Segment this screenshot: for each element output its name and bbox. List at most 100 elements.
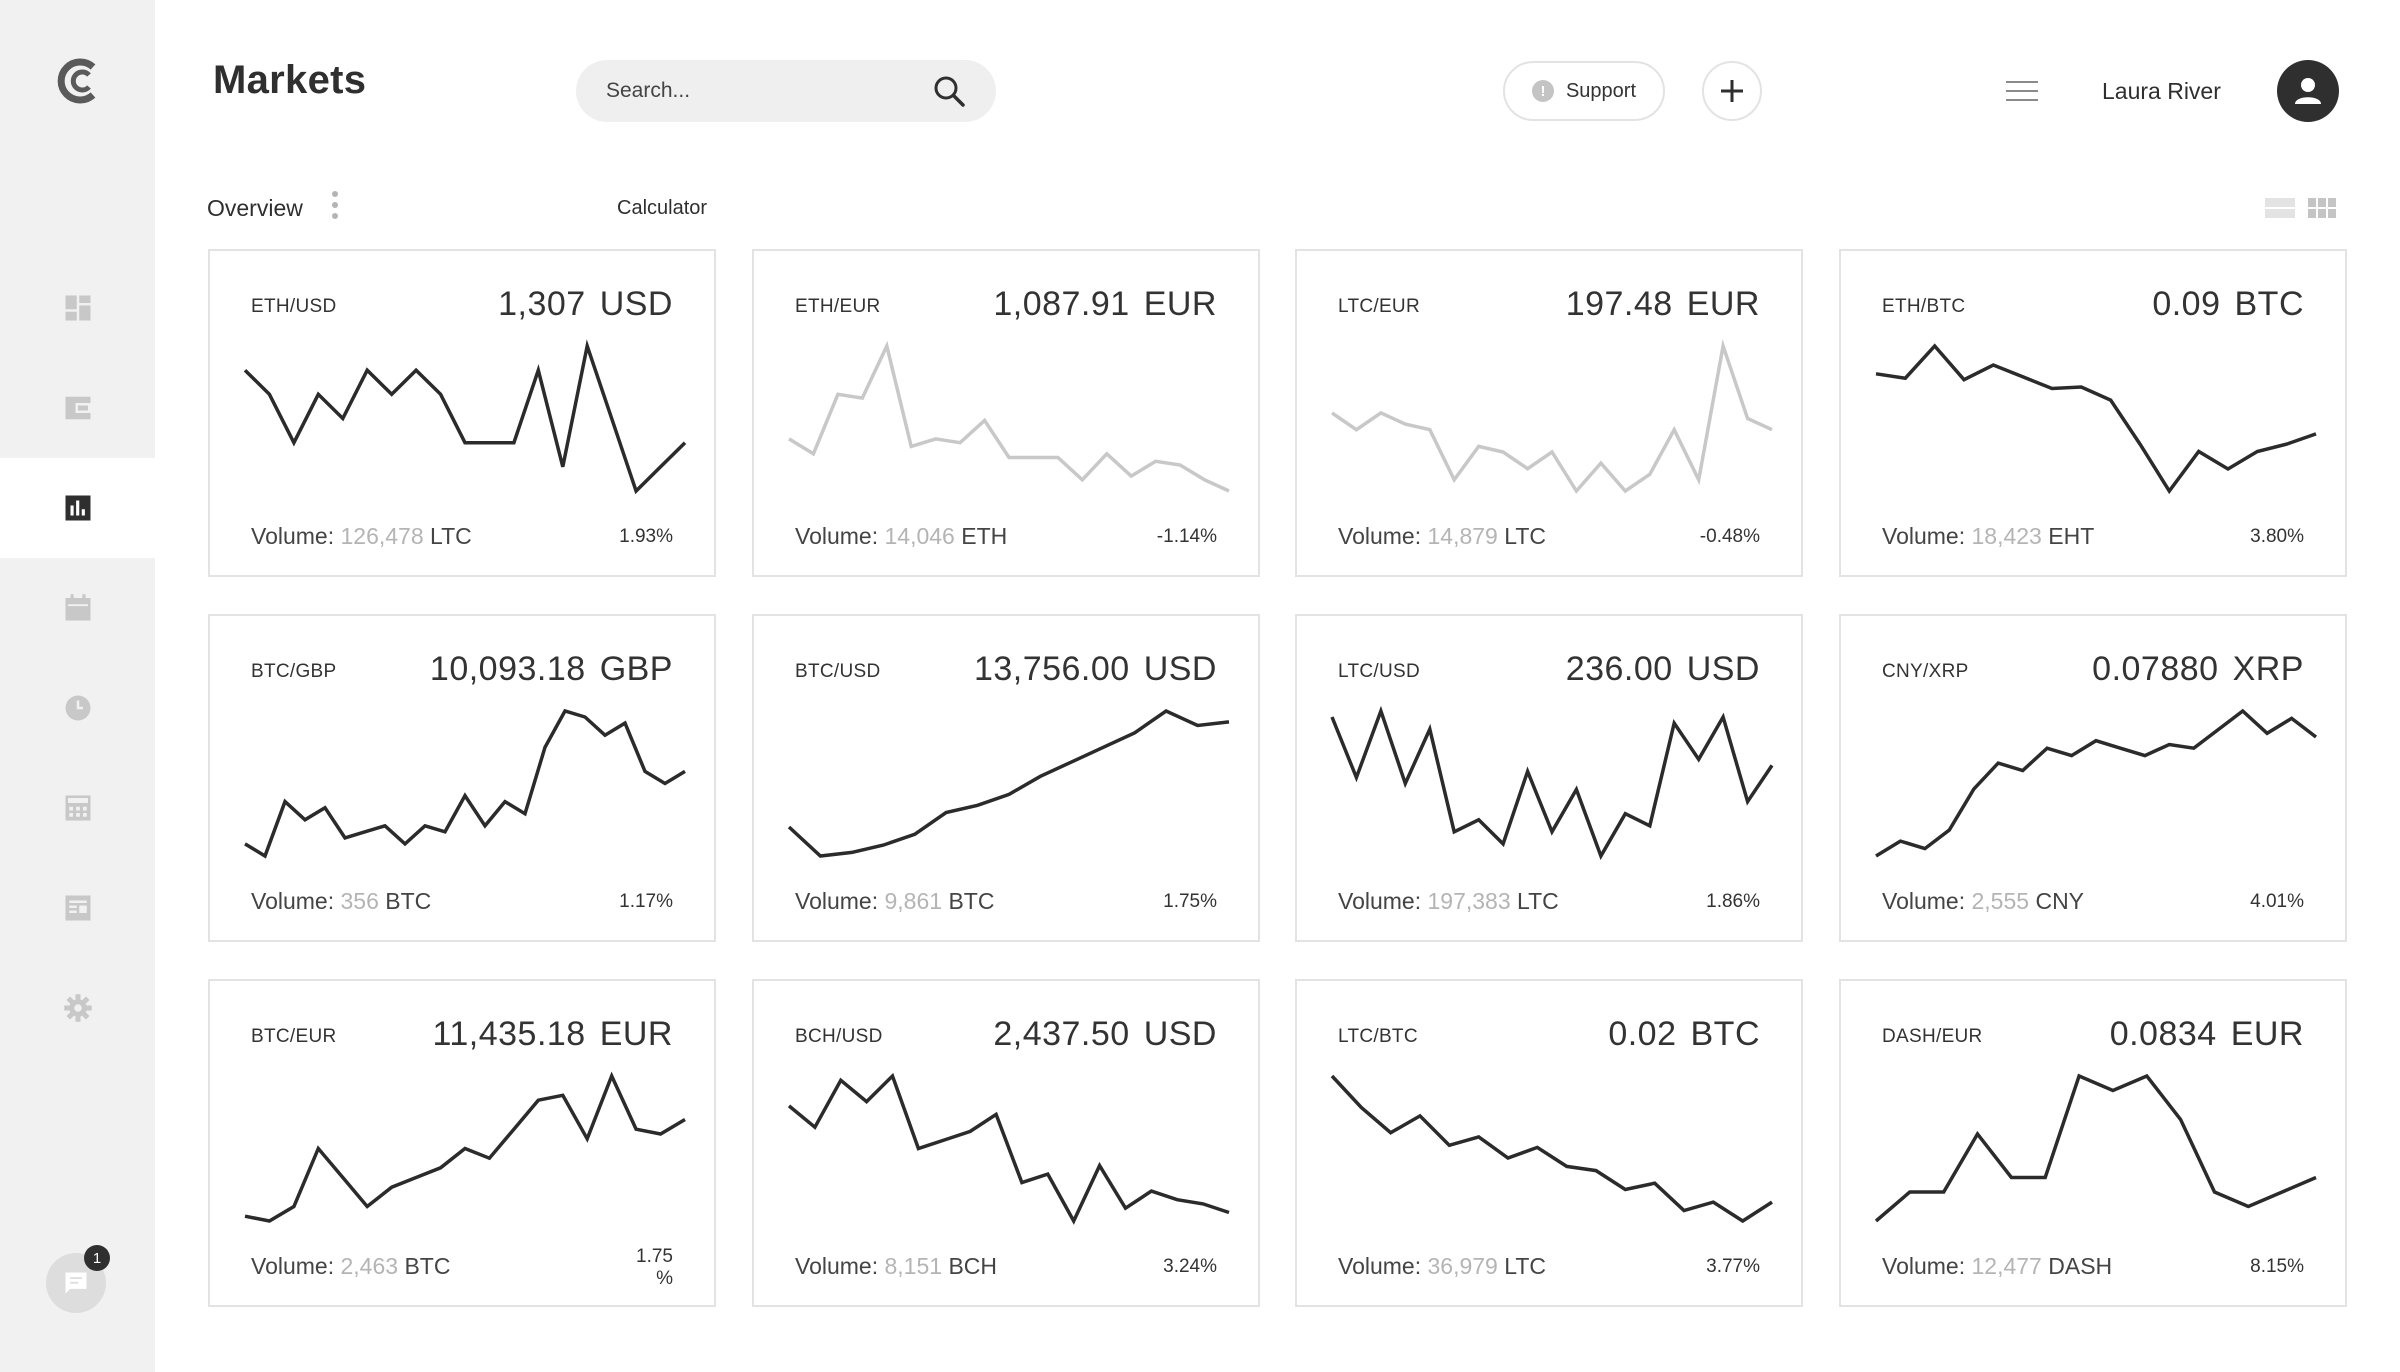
page-title: Markets <box>213 58 367 102</box>
sidebar-item-news[interactable] <box>0 858 155 958</box>
price: 10,093.18 GBP <box>430 650 673 689</box>
market-card[interactable]: BTC/GBP 10,093.18 GBP Volume: 356 BTC 1.17% <box>208 614 716 942</box>
volume: Volume: 18,423 EHT <box>1882 523 2094 550</box>
logo-icon[interactable] <box>53 55 105 107</box>
market-card[interactable]: LTC/USD 236.00 USD Volume: 197,383 LTC 1.86% <box>1295 614 1803 942</box>
market-card[interactable]: CNY/XRP 0.07880 XRP Volume: 2,555 CNY 4.01% <box>1839 614 2347 942</box>
tab-overview[interactable]: Overview <box>207 195 303 222</box>
user-name[interactable]: Laura River <box>2102 78 2221 105</box>
clock-icon <box>65 695 90 721</box>
support-label: Support <box>1565 79 1637 102</box>
sidebar-item-markets[interactable] <box>0 458 155 558</box>
wallet-icon <box>65 396 90 420</box>
add-button[interactable] <box>1702 61 1762 121</box>
price-value: 1,307 <box>498 285 586 323</box>
price-currency: USD <box>1143 650 1217 688</box>
pair-label: ETH/EUR <box>795 296 881 317</box>
price: 0.09 BTC <box>2152 285 2304 324</box>
search-input[interactable] <box>606 60 906 122</box>
price-value: 2,437.50 <box>993 1015 1130 1053</box>
search-icon[interactable] <box>932 74 966 108</box>
price: 0.07880 XRP <box>2092 650 2304 689</box>
price-currency: EUR <box>2230 1015 2304 1053</box>
volume-unit: BCH <box>948 1253 998 1279</box>
notification-badge: 1 <box>84 1245 110 1271</box>
price-currency: BTC <box>1690 1015 1760 1053</box>
avatar[interactable] <box>2277 60 2339 122</box>
price-currency: EUR <box>599 1015 673 1053</box>
sidebar-item-wallet[interactable] <box>0 358 155 458</box>
sidebar-item-history[interactable] <box>0 658 155 758</box>
volume-unit: DASH <box>2048 1253 2113 1279</box>
sidebar-item-calculator[interactable] <box>0 758 155 858</box>
price: 0.0834 EUR <box>2110 1015 2304 1054</box>
pair-label: BTC/GBP <box>251 661 337 682</box>
price-currency: BTC <box>2234 285 2304 323</box>
sparkline-series <box>1874 1073 2317 1223</box>
dashboard-icon <box>65 295 90 321</box>
market-card[interactable]: BTC/USD 13,756.00 USD Volume: 9,861 BTC 1.75… <box>752 614 1260 942</box>
calculator-icon <box>65 795 90 821</box>
price: 13,756.00 USD <box>974 650 1217 689</box>
price-currency: USD <box>599 285 673 323</box>
market-card[interactable]: LTC/BTC 0.02 BTC Volume: 36,979 LTC 3.77% <box>1295 979 1803 1307</box>
volume: Volume: 14,046 ETH <box>795 523 1007 550</box>
hamburger-menu-icon[interactable] <box>2006 80 2038 102</box>
sparkline-series <box>1875 343 2317 495</box>
calendar-icon <box>65 594 90 621</box>
volume-label: Volume: <box>1338 523 1422 549</box>
price-currency: EUR <box>1686 285 1760 323</box>
sparkline-series <box>787 708 1230 858</box>
price-value: 0.0834 <box>2109 1015 2217 1053</box>
sparkline-series <box>243 339 687 495</box>
sidebar-item-settings[interactable] <box>0 958 155 1058</box>
volume-label: Volume: <box>795 1253 879 1279</box>
percent-change: 1.75 % <box>636 1246 673 1289</box>
price-value: 11,435.18 <box>432 1015 586 1053</box>
percent-change: 3.77% <box>1706 1256 1760 1277</box>
pair-label: ETH/USD <box>251 296 337 317</box>
chat-button[interactable]: 1 <box>46 1245 110 1313</box>
chat-icon <box>65 1272 87 1294</box>
percent-change: 1.17% <box>619 891 673 912</box>
tab-calculator[interactable]: Calculator <box>617 197 707 220</box>
sidebar-item-dashboard[interactable] <box>0 258 155 358</box>
percent-change: -0.48% <box>1699 526 1760 547</box>
more-options-icon[interactable] <box>331 190 339 220</box>
sparkline-chart <box>788 340 1230 493</box>
volume-label: Volume: <box>1882 523 1966 549</box>
sidebar-item-calendar[interactable] <box>0 558 155 658</box>
market-card[interactable]: DASH/EUR 0.0834 EUR Volume: 12,477 DASH 8.15… <box>1839 979 2347 1307</box>
volume-unit: BTC <box>404 1253 451 1279</box>
percent-change: -1.14% <box>1156 526 1217 547</box>
gear-icon <box>63 994 92 1022</box>
volume-unit: LTC <box>430 523 472 549</box>
volume-unit: LTC <box>1504 523 1546 549</box>
price-currency: USD <box>1143 1015 1217 1053</box>
grid-view-icon[interactable] <box>2308 197 2336 219</box>
percent-change: 3.24% <box>1163 1256 1217 1277</box>
price-value: 10,093.18 <box>429 650 586 688</box>
market-card[interactable]: ETH/BTC 0.09 BTC Volume: 18,423 EHT 3.80% <box>1839 249 2347 577</box>
pair-label: LTC/USD <box>1338 661 1420 682</box>
volume-label: Volume: <box>1882 888 1966 914</box>
market-card[interactable]: ETH/EUR 1,087.91 EUR Volume: 14,046 ETH -1.1… <box>752 249 1260 577</box>
sidebar: 1 <box>0 0 155 1372</box>
sparkline-chart <box>1875 343 2317 495</box>
bar-chart-icon <box>65 495 90 521</box>
price-value: 0.02 <box>1608 1015 1677 1053</box>
pair-label: LTC/BTC <box>1338 1026 1418 1047</box>
price-currency: XRP <box>2232 650 2304 688</box>
support-button[interactable]: ! Support <box>1503 61 1665 121</box>
price: 11,435.18 EUR <box>432 1015 673 1054</box>
price-currency: GBP <box>599 650 673 688</box>
percent-change: 1.86% <box>1706 891 1760 912</box>
volume-unit: LTC <box>1504 1253 1546 1279</box>
sparkline-series <box>788 340 1230 493</box>
market-card[interactable]: BCH/USD 2,437.50 USD Volume: 8,151 BCH 3.24% <box>752 979 1260 1307</box>
market-card[interactable]: LTC/EUR 197.48 EUR Volume: 14,879 LTC -0.48% <box>1295 249 1803 577</box>
volume: Volume: 8,151 BCH <box>795 1253 997 1280</box>
market-card[interactable]: ETH/USD 1,307 USD Volume: 126,478 LTC 1.93% <box>208 249 716 577</box>
market-card[interactable]: BTC/EUR 11,435.18 EUR Volume: 2,463 BTC 1.75… <box>208 979 716 1307</box>
list-view-icon[interactable] <box>2265 197 2295 219</box>
